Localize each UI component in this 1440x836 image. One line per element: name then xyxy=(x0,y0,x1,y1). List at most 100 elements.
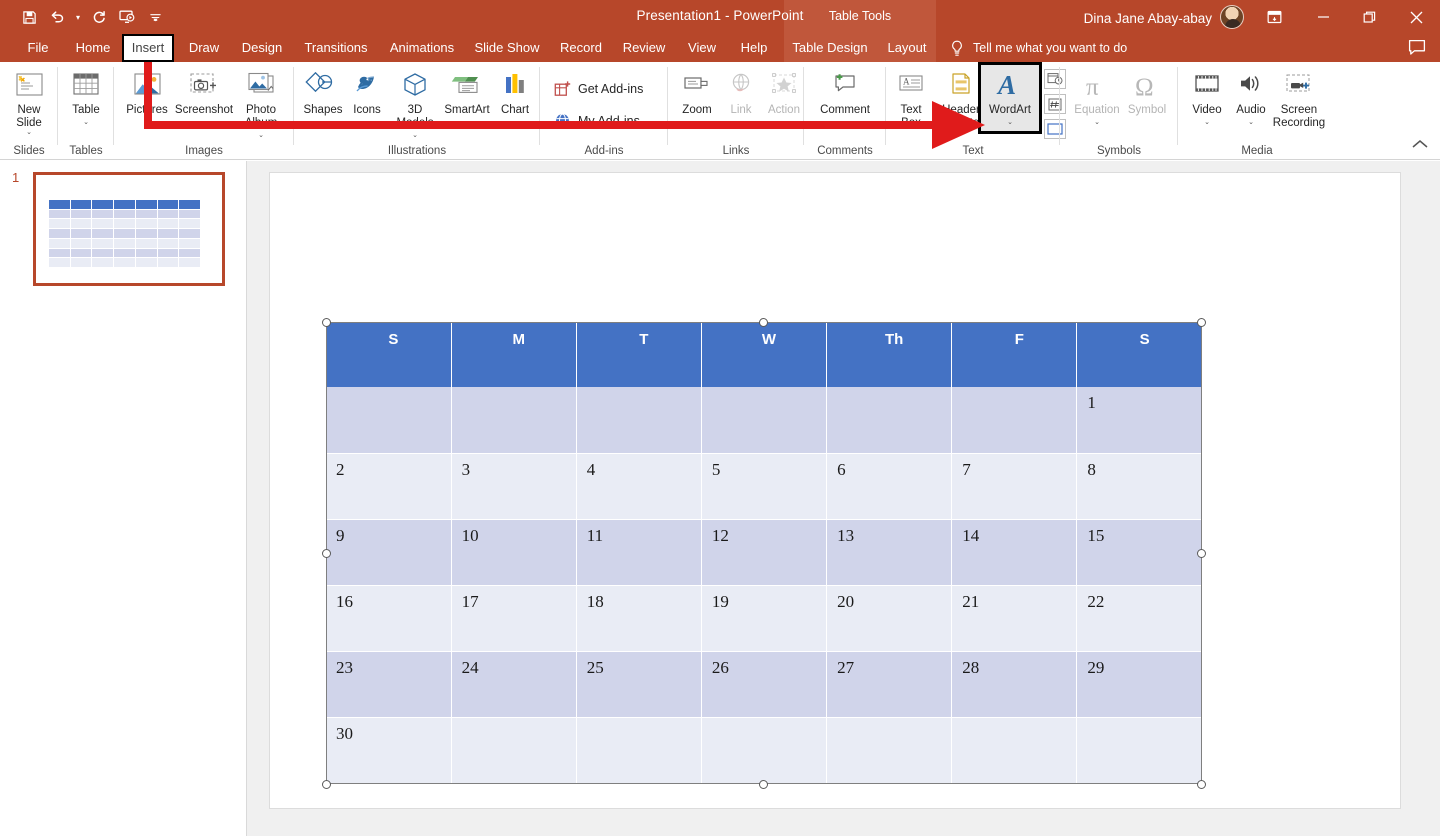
table-header-cell[interactable]: Th xyxy=(826,322,953,387)
resize-handle-bottom-center[interactable] xyxy=(759,780,768,789)
tab-insert[interactable]: Insert xyxy=(122,34,174,62)
close-icon[interactable] xyxy=(1392,0,1440,34)
table-cell[interactable]: 12 xyxy=(701,519,828,586)
comments-pane-icon[interactable] xyxy=(1408,39,1426,61)
resize-handle-top-left[interactable] xyxy=(322,318,331,327)
table-cell[interactable]: 3 xyxy=(451,453,577,520)
tell-me-search[interactable]: Tell me what you want to do xyxy=(950,34,1127,62)
wordart-button[interactable]: A WordArt ⌄ xyxy=(978,62,1042,134)
table-cell[interactable]: 5 xyxy=(701,453,828,520)
tab-help[interactable]: Help xyxy=(730,34,778,62)
table-cell[interactable]: 7 xyxy=(951,453,1078,520)
table-cell[interactable]: 28 xyxy=(951,651,1078,718)
screen-recording-button[interactable]: Screen Recording xyxy=(1266,67,1332,130)
table-cell[interactable]: 19 xyxy=(701,585,828,652)
table-cell[interactable] xyxy=(826,717,953,785)
minimize-icon[interactable] xyxy=(1300,0,1346,34)
audio-dropdown-icon[interactable]: ⌄ xyxy=(1248,118,1254,127)
table-cell[interactable] xyxy=(951,717,1078,785)
table-cell[interactable]: 23 xyxy=(326,651,452,718)
tab-record[interactable]: Record xyxy=(552,34,610,62)
tab-file[interactable]: File xyxy=(14,34,62,62)
screenshot-button[interactable]: Screenshot ⌄ xyxy=(175,67,233,127)
table-cell[interactable]: 8 xyxy=(1076,453,1202,520)
table-cell[interactable] xyxy=(826,387,953,454)
photo-album-dropdown-icon[interactable]: ⌄ xyxy=(258,131,264,140)
tab-layout[interactable]: Layout xyxy=(878,34,936,62)
table-cell[interactable]: 24 xyxy=(451,651,577,718)
table-cell[interactable]: 26 xyxy=(701,651,828,718)
screenshot-dropdown-icon[interactable]: ⌄ xyxy=(201,118,207,127)
resize-handle-middle-right[interactable] xyxy=(1197,549,1206,558)
table-header-cell[interactable]: S xyxy=(326,322,452,387)
table-cell[interactable]: 27 xyxy=(826,651,953,718)
table-dropdown-icon[interactable]: ⌄ xyxy=(83,118,89,127)
table-cell[interactable]: 29 xyxy=(1076,651,1202,718)
avatar[interactable] xyxy=(1220,5,1244,29)
my-addins-button[interactable]: My Add-ins xyxy=(554,112,640,129)
3d-models-dropdown-icon[interactable]: ⌄ xyxy=(412,131,418,140)
zoom-dropdown-icon[interactable]: ⌄ xyxy=(694,118,700,127)
table-cell[interactable] xyxy=(701,717,828,785)
table-cell[interactable]: 25 xyxy=(576,651,702,718)
table-cell[interactable] xyxy=(951,387,1078,454)
table-cell[interactable]: 30 xyxy=(326,717,452,785)
table-cell[interactable]: 2 xyxy=(326,453,452,520)
table-header-cell[interactable]: M xyxy=(451,322,577,387)
table-cell[interactable]: 9 xyxy=(326,519,452,586)
table-cell[interactable]: 10 xyxy=(451,519,577,586)
shapes-dropdown-icon[interactable]: ⌄ xyxy=(320,118,326,127)
photo-album-button[interactable]: Photo Album ⌄ xyxy=(232,67,290,140)
table-header-cell[interactable]: S xyxy=(1076,322,1202,387)
resize-handle-bottom-left[interactable] xyxy=(322,780,331,789)
wordart-dropdown-icon[interactable]: ⌄ xyxy=(1007,118,1013,127)
resize-handle-top-right[interactable] xyxy=(1197,318,1206,327)
table-cell[interactable] xyxy=(701,387,828,454)
tab-animations[interactable]: Animations xyxy=(380,34,464,62)
comment-button[interactable]: Comment xyxy=(813,67,877,117)
tab-design[interactable]: Design xyxy=(232,34,292,62)
pictures-dropdown-icon[interactable]: ⌄ xyxy=(144,118,150,127)
table-cell[interactable]: 16 xyxy=(326,585,452,652)
tab-view[interactable]: View xyxy=(678,34,726,62)
new-slide-button[interactable]: New Slide xyxy=(0,67,58,130)
3d-models-button[interactable]: 3D Models ⌄ xyxy=(386,67,444,140)
table-cell[interactable]: 20 xyxy=(826,585,953,652)
table-cell[interactable] xyxy=(451,717,577,785)
get-addins-button[interactable]: Get Add-ins xyxy=(554,80,643,97)
slide-thumbnail-1[interactable] xyxy=(33,172,225,286)
ribbon-display-options-icon[interactable] xyxy=(1248,0,1300,34)
text-box-button[interactable]: A Text Box xyxy=(886,67,936,130)
table-cell[interactable]: 1 xyxy=(1076,387,1202,454)
table-cell[interactable]: 17 xyxy=(451,585,577,652)
table-cell[interactable]: 6 xyxy=(826,453,953,520)
tab-home[interactable]: Home xyxy=(66,34,120,62)
video-dropdown-icon[interactable]: ⌄ xyxy=(1204,118,1210,127)
tab-review[interactable]: Review xyxy=(614,34,674,62)
resize-handle-top-center[interactable] xyxy=(759,318,768,327)
tab-draw[interactable]: Draw xyxy=(180,34,228,62)
calendar-table[interactable]: S M T W Th F S 1 2 3 4 5 6 7 8 9 10 11 1… xyxy=(326,322,1202,785)
resize-handle-middle-left[interactable] xyxy=(322,549,331,558)
collapse-ribbon-icon[interactable] xyxy=(1410,137,1430,155)
account-area[interactable]: Dina Jane Abay-abay xyxy=(1084,5,1244,29)
table-cell[interactable] xyxy=(576,717,702,785)
table-cell[interactable] xyxy=(1076,717,1202,785)
table-cell[interactable]: 15 xyxy=(1076,519,1202,586)
table-cell[interactable]: 14 xyxy=(951,519,1078,586)
table-header-cell[interactable]: T xyxy=(576,322,702,387)
table-cell[interactable]: 11 xyxy=(576,519,702,586)
tab-table-design[interactable]: Table Design xyxy=(786,34,874,62)
table-cell[interactable] xyxy=(451,387,577,454)
tab-transitions[interactable]: Transitions xyxy=(294,34,378,62)
table-cell[interactable]: 13 xyxy=(826,519,953,586)
tab-slide-show[interactable]: Slide Show xyxy=(466,34,548,62)
table-cell[interactable]: 18 xyxy=(576,585,702,652)
table-cell[interactable]: 22 xyxy=(1076,585,1202,652)
table-cell[interactable] xyxy=(576,387,702,454)
table-cell[interactable]: 21 xyxy=(951,585,1078,652)
table-header-cell[interactable]: F xyxy=(951,322,1078,387)
table-cell[interactable]: 4 xyxy=(576,453,702,520)
table-button[interactable]: Table ⌄ xyxy=(58,67,114,127)
table-cell[interactable] xyxy=(326,387,452,454)
